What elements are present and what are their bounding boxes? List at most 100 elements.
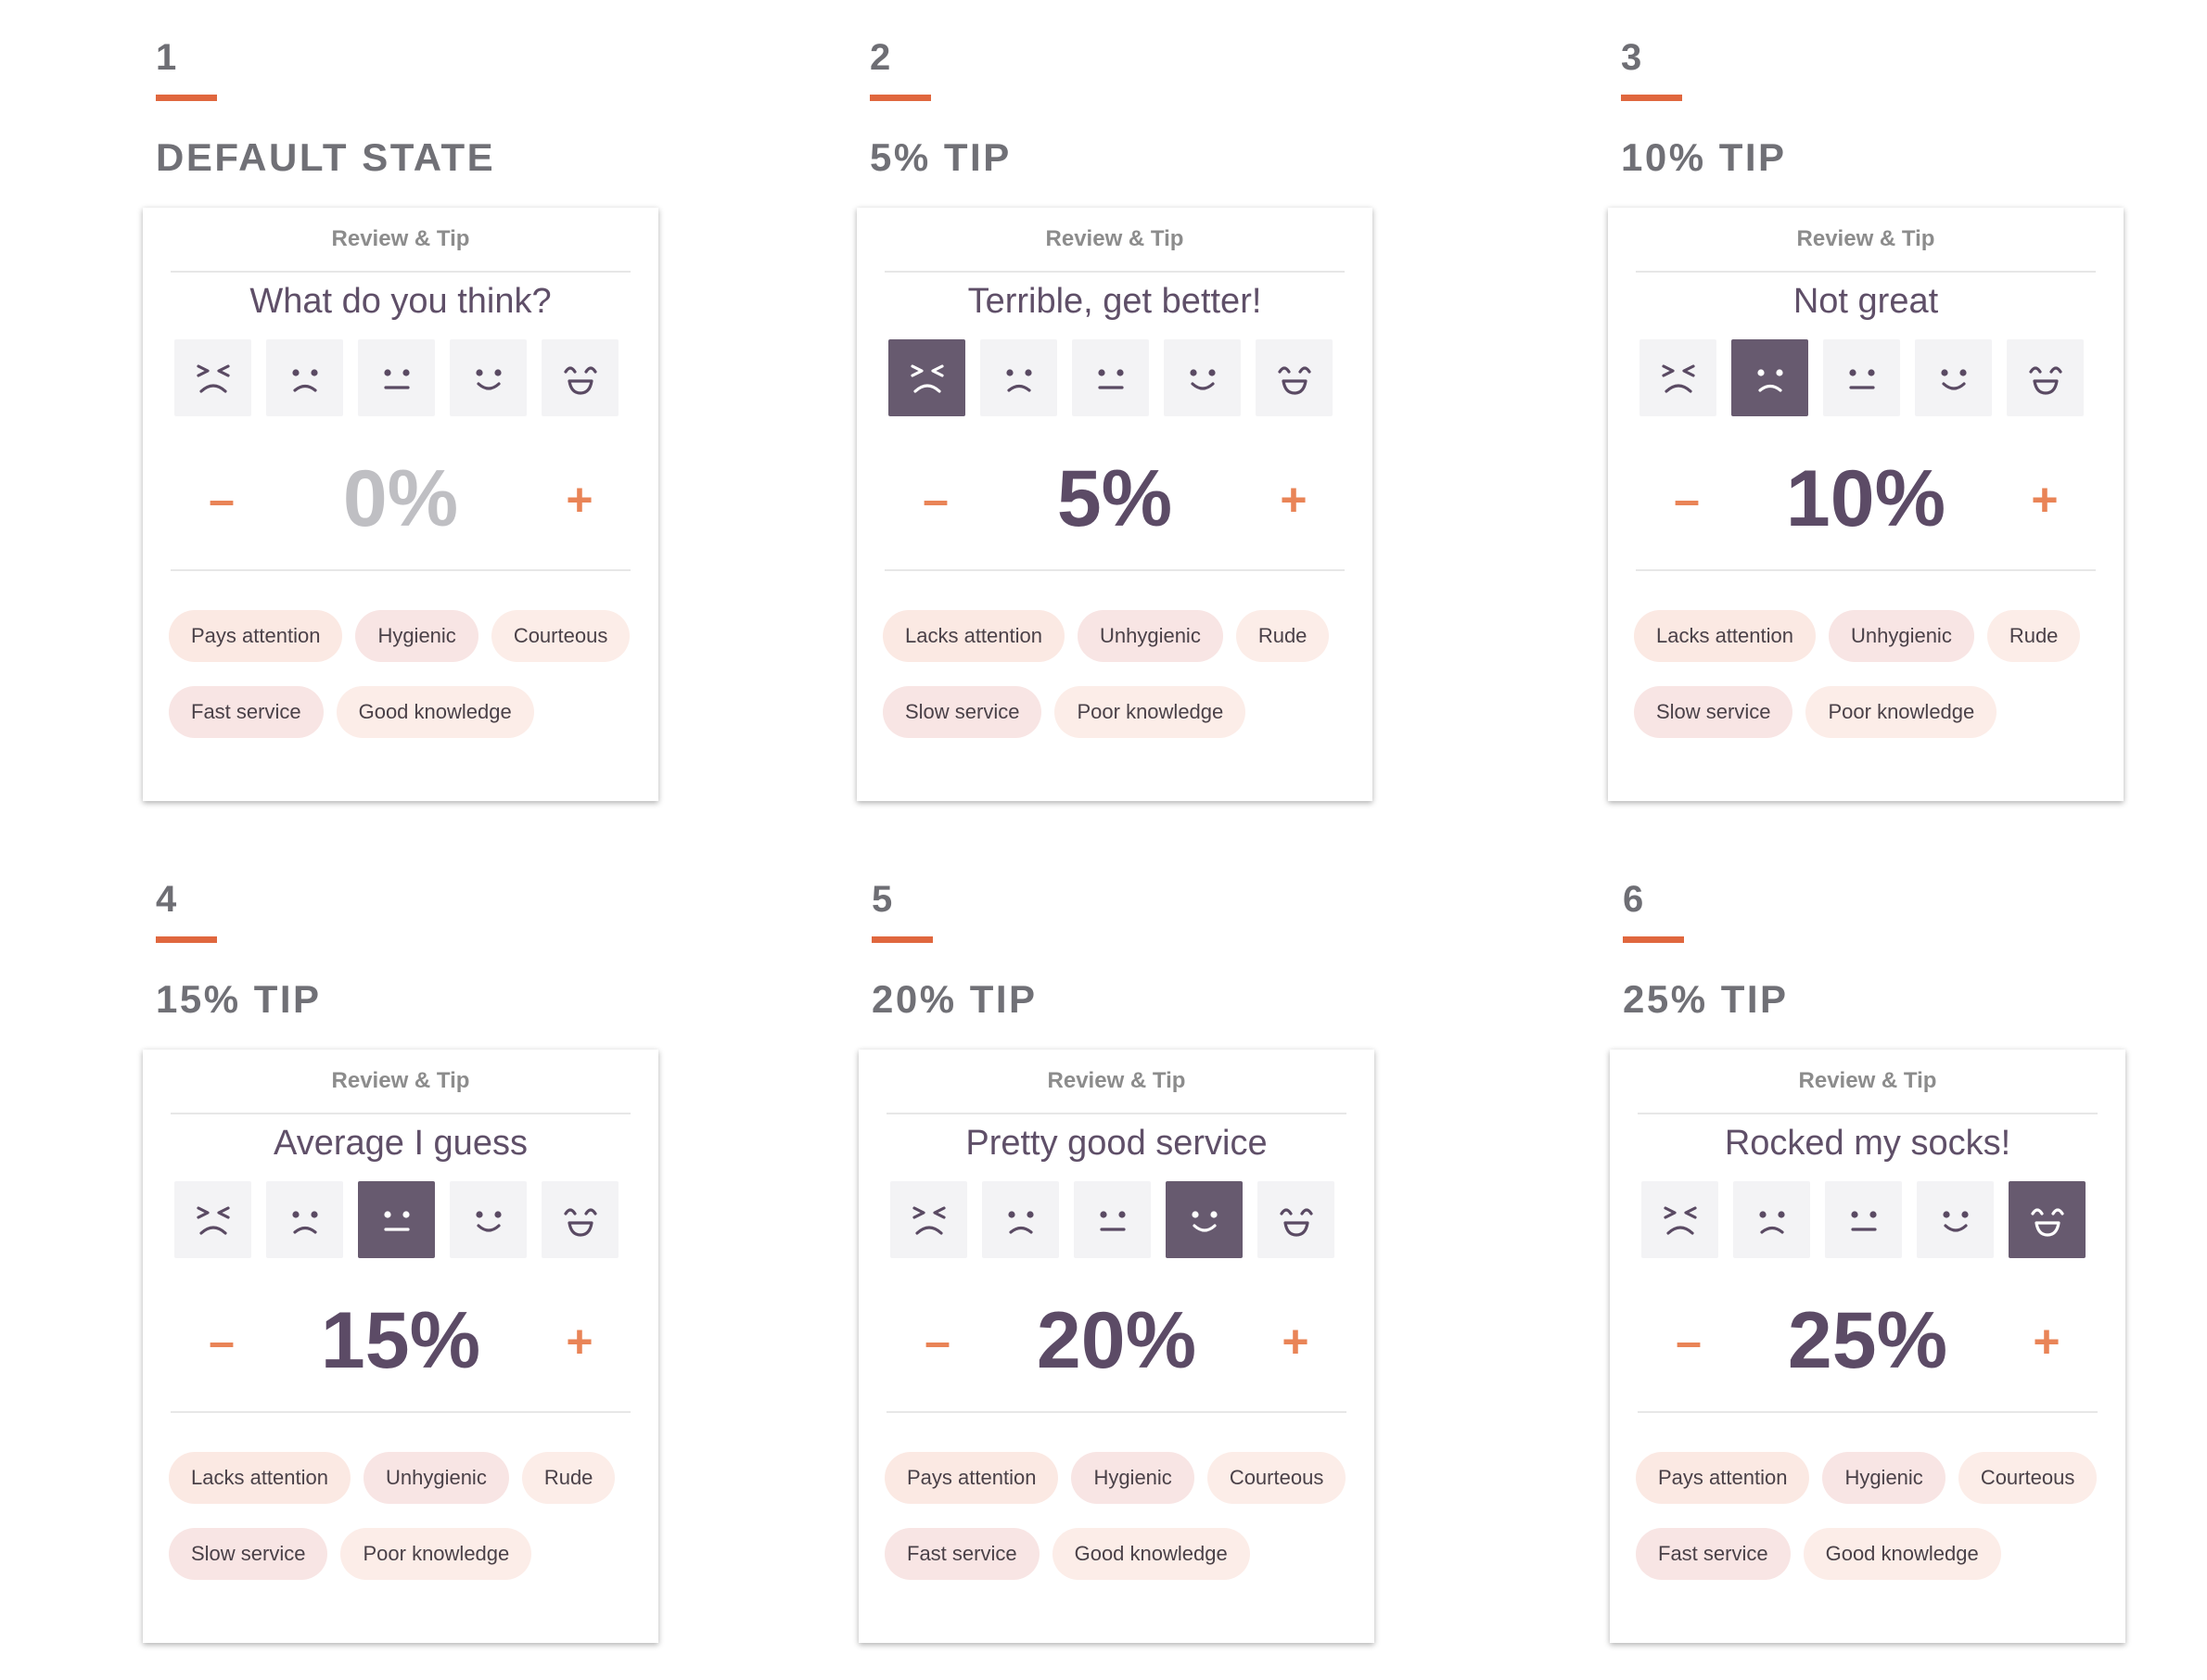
feedback-tag[interactable]: Poor knowledge — [1805, 686, 1997, 738]
rating-faces — [1641, 1181, 2086, 1258]
feedback-tag[interactable]: Good knowledge — [1803, 1528, 2001, 1580]
neutral-face-button[interactable] — [1825, 1181, 1902, 1258]
feedback-tag[interactable]: Courteous — [1958, 1452, 2098, 1504]
feedback-tag[interactable]: Rude — [521, 1452, 616, 1504]
feedback-tag[interactable]: Lacks attention — [1634, 610, 1816, 662]
smile-face-button[interactable] — [1164, 339, 1241, 416]
rating-faces — [890, 1181, 1334, 1258]
squint-face-icon — [185, 1192, 241, 1248]
rating-question: Terrible, get better! — [967, 282, 1262, 321]
review-tip-card: Review & Tip Average I guess –15% + Lacks at… — [143, 1050, 658, 1643]
feedback-tag[interactable]: Unhygienic — [1077, 610, 1223, 662]
grin-face-button[interactable] — [542, 339, 619, 416]
squint-face-button[interactable] — [1639, 339, 1716, 416]
feedback-tag[interactable]: Courteous — [491, 610, 631, 662]
sad-face-button[interactable] — [266, 339, 343, 416]
smile-face-button[interactable] — [1917, 1181, 1994, 1258]
feedback-tag[interactable]: Pays attention — [169, 610, 343, 662]
feedback-tag[interactable]: Fast service — [885, 1528, 1040, 1580]
feedback-tag[interactable]: Unhygienic — [1828, 610, 1974, 662]
rating-faces — [888, 339, 1333, 416]
feedback-tag[interactable]: Rude — [1235, 610, 1330, 662]
sad-face-icon — [991, 350, 1047, 406]
increase-tip-button[interactable]: + — [552, 1314, 607, 1369]
grin-face-icon — [1269, 1192, 1324, 1248]
grin-face-icon — [2020, 1192, 2075, 1248]
step-title: DEFAULT STATE — [156, 135, 496, 179]
increase-tip-button[interactable]: + — [1268, 1314, 1323, 1369]
neutral-face-button[interactable] — [358, 1181, 435, 1258]
smile-face-button[interactable] — [450, 339, 527, 416]
sad-face-button[interactable] — [266, 1181, 343, 1258]
feedback-tag[interactable]: Slow service — [883, 686, 1042, 738]
smile-face-icon — [461, 1192, 517, 1248]
feedback-tag[interactable]: Hygienic — [1071, 1452, 1194, 1504]
divider — [171, 1411, 631, 1413]
squint-face-button[interactable] — [890, 1181, 967, 1258]
grin-face-button[interactable] — [1256, 339, 1333, 416]
state-section-3: 3 10% TIP Review & Tip Not great –10% + Lacks … — [1608, 9, 2137, 816]
divider — [171, 271, 631, 273]
squint-face-icon — [1651, 350, 1706, 406]
feedback-tag[interactable]: Lacks attention — [169, 1452, 351, 1504]
feedback-tag[interactable]: Rude — [1986, 610, 2081, 662]
feedback-tags: Lacks attention Unhygienic Rude Slow servic… — [1634, 610, 2116, 738]
squint-face-button[interactable] — [1641, 1181, 1718, 1258]
state-section-2: 2 5% TIP Review & Tip Terrible, get better!… — [857, 9, 1385, 816]
grin-face-button[interactable] — [2007, 339, 2084, 416]
squint-face-button[interactable] — [888, 339, 965, 416]
grin-face-button[interactable] — [542, 1181, 619, 1258]
feedback-tag[interactable]: Fast service — [1636, 1528, 1791, 1580]
sad-face-button[interactable] — [1731, 339, 1808, 416]
neutral-face-icon — [369, 1192, 425, 1248]
step-number: 6 — [1623, 879, 1644, 920]
feedback-tag[interactable]: Lacks attention — [883, 610, 1065, 662]
feedback-tag[interactable]: Poor knowledge — [1054, 686, 1246, 738]
feedback-tag[interactable]: Good knowledge — [336, 686, 534, 738]
feedback-tag[interactable]: Hygienic — [355, 610, 478, 662]
sad-face-button[interactable] — [980, 339, 1057, 416]
step-underline — [870, 95, 931, 101]
sad-face-button[interactable] — [1733, 1181, 1810, 1258]
state-section-4: 4 15% TIP Review & Tip Average I guess –15% +… — [143, 851, 671, 1658]
smile-face-button[interactable] — [1166, 1181, 1243, 1258]
tip-control: –0% + — [143, 453, 658, 555]
grin-face-button[interactable] — [2009, 1181, 2086, 1258]
increase-tip-button[interactable]: + — [552, 472, 607, 528]
tip-control: –20% + — [859, 1295, 1374, 1397]
feedback-tag[interactable]: Fast service — [169, 686, 324, 738]
neutral-face-icon — [1085, 1192, 1141, 1248]
neutral-face-button[interactable] — [1074, 1181, 1151, 1258]
increase-tip-button[interactable]: + — [1266, 472, 1321, 528]
increase-tip-button[interactable]: + — [2017, 472, 2073, 528]
squint-face-button[interactable] — [174, 1181, 251, 1258]
feedback-tag[interactable]: Courteous — [1206, 1452, 1346, 1504]
rating-question: Average I guess — [274, 1124, 528, 1163]
step-title: 5% TIP — [870, 135, 1012, 179]
review-tip-card: Review & Tip Rocked my socks! –25% + Pays at… — [1610, 1050, 2125, 1643]
smile-face-button[interactable] — [450, 1181, 527, 1258]
sad-face-button[interactable] — [982, 1181, 1059, 1258]
sad-face-icon — [1744, 1192, 1800, 1248]
smile-face-button[interactable] — [1915, 339, 1992, 416]
feedback-tag[interactable]: Pays attention — [885, 1452, 1059, 1504]
feedback-tag[interactable]: Good knowledge — [1052, 1528, 1250, 1580]
feedback-tag[interactable]: Slow service — [169, 1528, 328, 1580]
feedback-tag[interactable]: Slow service — [1634, 686, 1793, 738]
increase-tip-button[interactable]: + — [2019, 1314, 2074, 1369]
neutral-face-button[interactable] — [1823, 339, 1900, 416]
grin-face-icon — [2018, 350, 2073, 406]
neutral-face-button[interactable] — [358, 339, 435, 416]
feedback-tag[interactable]: Poor knowledge — [340, 1528, 532, 1580]
neutral-face-button[interactable] — [1072, 339, 1149, 416]
feedback-tag[interactable]: Hygienic — [1822, 1452, 1945, 1504]
feedback-tag[interactable]: Pays attention — [1636, 1452, 1810, 1504]
feedback-tag[interactable]: Unhygienic — [363, 1452, 509, 1504]
squint-face-button[interactable] — [174, 339, 251, 416]
step-underline — [872, 936, 933, 943]
neutral-face-icon — [1834, 350, 1890, 406]
step-number: 4 — [156, 879, 177, 920]
grin-face-button[interactable] — [1257, 1181, 1334, 1258]
sad-face-icon — [277, 1192, 333, 1248]
smile-face-icon — [1928, 1192, 1984, 1248]
